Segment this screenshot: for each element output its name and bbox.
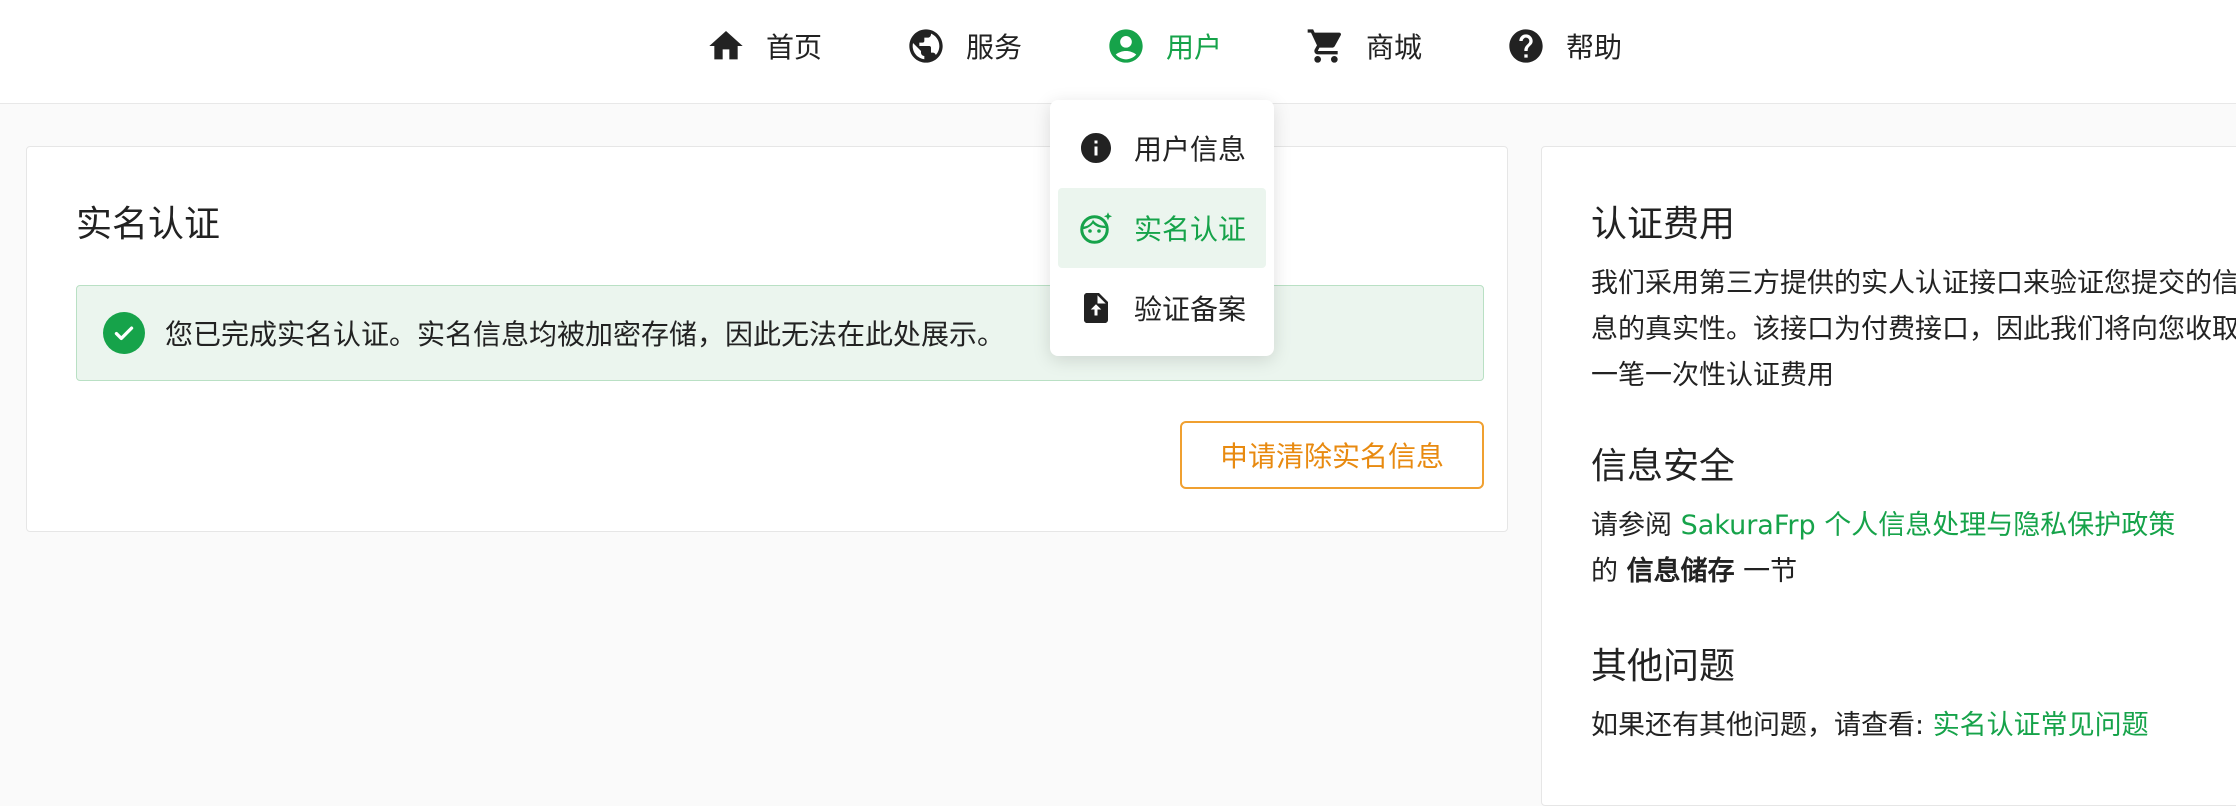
nav-item-home[interactable]: 首页 [706,22,822,70]
security-suffix: 一节 [1734,556,1798,587]
faq-link[interactable]: 实名认证常见问题 [1933,710,2149,741]
security-mid: 的 [1591,556,1627,587]
dropdown-item-label: 验证备案 [1134,293,1247,326]
clear-verification-button[interactable]: 申请清除实名信息 [1180,421,1484,489]
security-prefix: 请参阅 [1591,510,1681,541]
nav-item-shop[interactable]: 商城 [1306,22,1422,70]
face-icon [1080,212,1113,244]
nav-item-label: 帮助 [1566,31,1623,64]
fee-text: 我们采用第三方提供的实人认证接口来验证您提交的信息的真实性。该接口为付费接口，因… [1591,268,2236,391]
nav-item-services[interactable]: 服务 [906,22,1022,70]
other-text: 如果还有其他问题，请查看: 实名认证常见问题 [1591,703,2236,749]
globe-icon [909,29,943,63]
nav-item-user[interactable]: 用户 [1106,22,1222,70]
file-upload-icon [1084,293,1108,323]
dropdown-item-label: 实名认证 [1134,213,1247,246]
top-navbar: 首页 服务 用户 商城 帮助 [0,0,2236,104]
help-icon [1509,29,1543,63]
nav-item-label: 商城 [1366,31,1423,64]
page-title: 实名认证 [76,204,221,245]
info-icon [1081,133,1111,163]
other-heading: 其他问题 [1591,646,1736,687]
nav-item-label: 用户 [1166,31,1223,64]
security-heading: 信息安全 [1591,446,1736,487]
home-icon [709,31,743,60]
cart-icon [1307,29,1342,63]
fee-heading: 认证费用 [1591,204,1736,245]
alert-message: 您已完成实名认证。实名信息均被加密存储，因此无法在此处展示。 [165,318,1006,351]
nav-item-label: 服务 [966,31,1023,64]
dropdown-item-user-info[interactable]: 用户信息 [1058,108,1266,188]
other-prefix: 如果还有其他问题，请查看: [1591,710,1933,741]
dropdown-item-realname[interactable]: 实名认证 [1058,188,1266,268]
verification-card: 实名认证 您已完成实名认证。实名信息均被加密存储，因此无法在此处展示。 申请清除… [26,146,1508,532]
security-text: 请参阅 SakuraFrp 个人信息处理与隐私保护政策的 信息储存 一节 [1591,503,2236,595]
dropdown-item-filing[interactable]: 验证备案 [1058,268,1266,348]
dropdown-item-label: 用户信息 [1134,133,1247,166]
user-circle-icon [1109,29,1143,63]
privacy-policy-link[interactable]: SakuraFrp 个人信息处理与隐私保护政策 [1681,510,2176,541]
user-dropdown-menu: 用户信息 实名认证 验证备案 [1050,100,1274,356]
nav-item-label: 首页 [766,31,823,64]
check-circle-icon [103,312,145,354]
info-sidebar-card: 认证费用 我们采用第三方提供的实人认证接口来验证您提交的信息的真实性。该接口为付… [1541,146,2236,806]
nav-item-help[interactable]: 帮助 [1506,22,1622,70]
info-storage-label: 信息储存 [1626,556,1735,587]
